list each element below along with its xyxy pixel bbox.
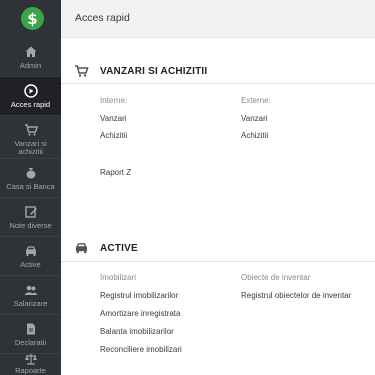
sidebar-item-label: Salarizare [13, 299, 48, 308]
document-icon [26, 323, 35, 335]
play-circle-icon [23, 84, 38, 98]
page-header: Acces rapid [61, 0, 375, 38]
externe-label: Externe: [241, 96, 271, 105]
sidebar-item-declaratii[interactable]: Declaratii [0, 315, 61, 353]
sidebar-item-active[interactable]: Active [0, 237, 61, 275]
sidebar-item-label: Rapoarte [15, 366, 46, 375]
section-vanzari-header: VANZARI SI ACHIZITII [74, 64, 207, 78]
link-vanzari-interne[interactable]: Vanzari [100, 114, 127, 123]
edit-note-icon [24, 206, 37, 218]
link-achizitii-externe[interactable]: Achizitii [241, 131, 268, 140]
sidebar-item-vanzari-si-achizitii[interactable]: Vanzari si achizitii [0, 116, 61, 158]
imobilizari-label: Imobilizari [100, 273, 137, 282]
sidebar-item-label: Vanzari si achizitii [14, 139, 47, 156]
link-balanta-imobilizarilor[interactable]: Balanta imobilizarilor [100, 327, 174, 336]
link-vanzari-externe[interactable]: Vanzari [241, 114, 268, 123]
sidebar-item-salarizare[interactable]: Salarizare [0, 276, 61, 314]
page-title: Acces rapid [75, 12, 130, 24]
link-raport-z[interactable]: Raport Z [100, 168, 131, 177]
link-amortizare-inregistrata[interactable]: Amortizare inregistrata [100, 309, 180, 318]
sidebar-item-label: Note diverse [9, 221, 52, 230]
scale-icon [24, 354, 37, 365]
sidebar-item-note-diverse[interactable]: Note diverse [0, 198, 61, 236]
sidebar-item-label: Declaratii [14, 338, 47, 347]
section-title: VANZARI SI ACHIZITII [100, 65, 208, 77]
sidebar-item-label: Acces rapid [10, 100, 51, 109]
car-icon [75, 243, 88, 254]
section-divider [61, 261, 375, 262]
app-logo[interactable]: $ [0, 0, 61, 38]
dollar-logo-icon: $ [21, 7, 44, 30]
interne-label: Interne: [100, 96, 128, 105]
section-active-header: ACTIVE [74, 241, 138, 255]
sidebar-item-label: Casa si Banca [6, 182, 55, 191]
cart-icon [24, 124, 38, 136]
section-divider [61, 83, 375, 84]
link-achizitii-interne[interactable]: Achizitii [100, 131, 127, 140]
sidebar-item-label: Active [20, 260, 41, 269]
car-icon [25, 246, 36, 256]
sidebar-item-rapoarte[interactable]: Rapoarte [0, 354, 61, 375]
obiecte-inventar-label: Obiecte de inventar [241, 273, 311, 282]
link-reconciliere-imobilizari[interactable]: Reconciliere imobilizari [100, 345, 182, 354]
link-registrul-imobilizarilor[interactable]: Registrul imobilizarilor [100, 291, 178, 300]
users-icon [24, 285, 37, 295]
home-icon [25, 46, 36, 57]
sidebar: $ Admin Acces rapid Vanzari si achizitii… [0, 0, 61, 375]
section-title: ACTIVE [100, 242, 138, 254]
money-bag-icon [26, 168, 35, 179]
sidebar-item-casa-si-banca[interactable]: Casa si Banca [0, 159, 61, 197]
sidebar-item-acces-rapid[interactable]: Acces rapid [0, 77, 61, 115]
sidebar-item-label: Admin [19, 61, 42, 70]
link-registrul-obiectelor-de-inventar[interactable]: Registrul obiectelor de inventar [241, 291, 351, 300]
sidebar-item-admin[interactable]: Admin [0, 38, 61, 76]
cart-icon [75, 65, 89, 77]
